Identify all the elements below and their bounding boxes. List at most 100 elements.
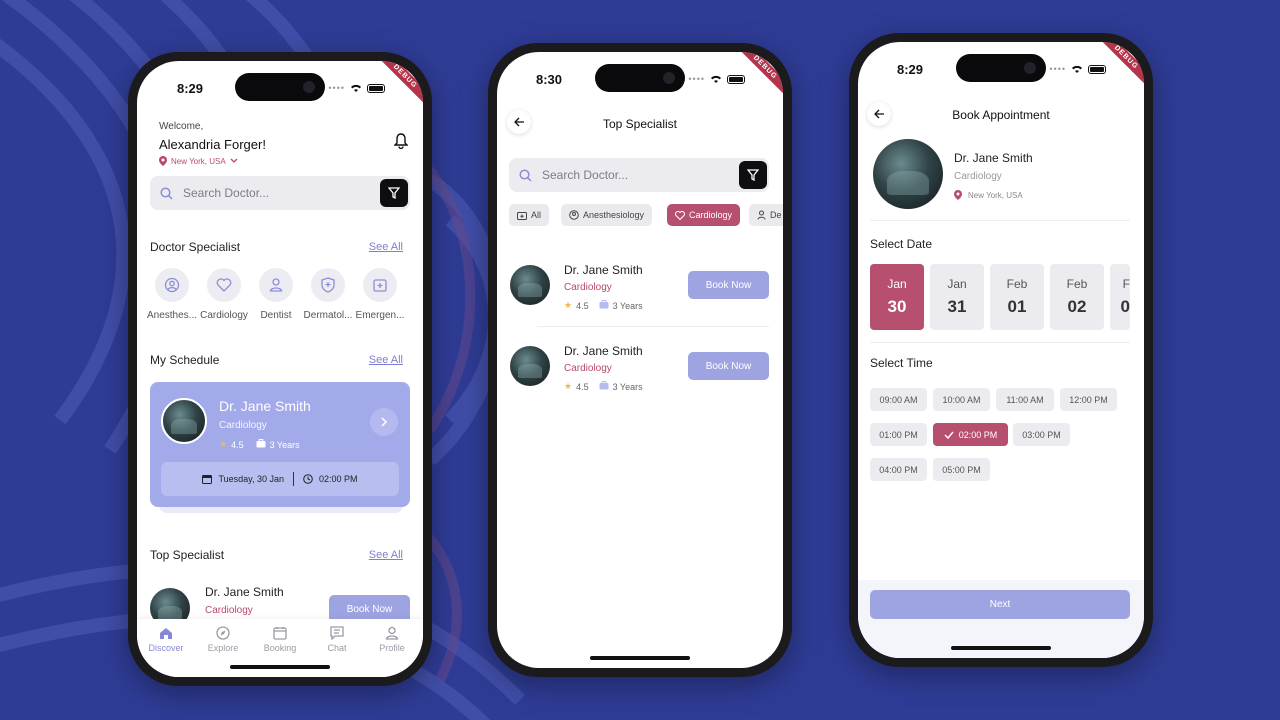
date-day: 30	[887, 297, 907, 316]
nav-label: Chat	[327, 643, 347, 653]
chevron-down-icon	[230, 158, 238, 163]
time-slot[interactable]: 11:00 AM	[996, 388, 1054, 411]
user-name: Alexandria Forger!	[159, 137, 266, 152]
nav-booking[interactable]: Booking	[255, 626, 305, 653]
location-selector[interactable]: New York, USA	[159, 156, 238, 166]
heart-icon	[207, 268, 241, 302]
status-icons: ••••	[1049, 64, 1106, 74]
search-icon	[160, 186, 173, 200]
chip-dentist[interactable]: De	[749, 204, 783, 226]
search-bar[interactable]: Search Doctor...	[509, 158, 769, 192]
doctor-rating: 4.5	[576, 300, 589, 311]
doctor-row[interactable]: Dr. Jane Smith Cardiology ★ 4.5 3 Years …	[497, 247, 783, 327]
time-slot[interactable]: 04:00 PM	[870, 458, 927, 481]
row-divider	[537, 326, 769, 327]
schedule-card[interactable]: Dr. Jane Smith Cardiology ★ 4.5 3 Years …	[150, 382, 410, 507]
specialist-item-dermatology[interactable]: Dermatol...	[302, 268, 354, 321]
discover-screen: 8:29 •••• DEBUG Welcome, Alexandria Forg…	[137, 61, 423, 677]
bell-icon[interactable]	[394, 133, 408, 149]
specialist-item-dentist[interactable]: Dentist	[250, 268, 302, 321]
schedule-see-all-link[interactable]: See All	[369, 354, 403, 366]
specialist-item-anesthesiology[interactable]: Anesthes...	[146, 268, 198, 321]
home-icon	[160, 628, 172, 639]
chip-label: Cardiology	[689, 210, 733, 220]
time-slot[interactable]: 12:00 PM	[1060, 388, 1117, 411]
chip-anesthesiology[interactable]: Anesthesiology	[561, 204, 653, 226]
time-slot[interactable]: 09:00 AM	[870, 388, 927, 411]
person-icon	[757, 210, 766, 220]
wifi-icon	[711, 75, 721, 83]
schedule-rating: 4.5	[231, 439, 244, 450]
search-bar[interactable]: Search Doctor...	[150, 176, 410, 210]
date-card-selected[interactable]: Jan 30	[870, 264, 924, 330]
top-doctor-specialty: Cardiology	[205, 605, 253, 616]
doctor-row[interactable]: Dr. Jane Smith Cardiology ★ 4.5 3 Years …	[497, 328, 783, 408]
doctor-experience: 3 Years	[612, 300, 643, 311]
schedule-meta: ★ 4.5 3 Years	[219, 439, 300, 450]
location-text: New York, USA	[171, 156, 226, 166]
search-input[interactable]: Search Doctor...	[183, 186, 269, 200]
chip-cardiology[interactable]: Cardiology	[667, 204, 741, 226]
specialist-label: Anesthes...	[146, 310, 198, 321]
nav-explore[interactable]: Explore	[198, 626, 248, 653]
search-input[interactable]: Search Doctor...	[542, 168, 628, 182]
separator	[293, 472, 294, 486]
time-slot[interactable]: 10:00 AM	[933, 388, 990, 411]
schedule-time: 02:00 PM	[319, 474, 358, 484]
doctor-name: Dr. Jane Smith	[954, 151, 1033, 165]
top-doctor-name: Dr. Jane Smith	[205, 585, 284, 599]
filter-icon	[747, 169, 759, 181]
nav-chat[interactable]: Chat	[312, 626, 362, 653]
battery-icon	[1088, 64, 1106, 74]
book-now-button[interactable]: Book Now	[688, 352, 769, 380]
time-slot[interactable]: 05:00 PM	[933, 458, 990, 481]
compass-icon	[216, 626, 230, 640]
filter-button[interactable]	[739, 161, 767, 189]
nav-label: Explore	[207, 643, 239, 653]
chevron-right-icon	[381, 417, 388, 427]
briefcase-icon	[599, 381, 609, 392]
status-icons: ••••	[328, 83, 385, 93]
next-button[interactable]: Next	[870, 590, 1130, 619]
clock-icon	[303, 474, 313, 484]
phone-discover: 8:29 •••• DEBUG Welcome, Alexandria Forg…	[128, 52, 432, 686]
section-divider	[870, 342, 1130, 343]
specialist-item-cardiology[interactable]: Cardiology	[198, 268, 250, 321]
date-card[interactable]: Feb 02	[1050, 264, 1104, 330]
date-day: 02	[1067, 297, 1087, 316]
nav-profile[interactable]: Profile	[367, 626, 417, 653]
schedule-specialty: Cardiology	[219, 420, 267, 431]
filter-button[interactable]	[380, 179, 408, 207]
doctor-meta: ★ 4.5 3 Years	[564, 381, 643, 392]
chip-all[interactable]: All	[509, 204, 550, 226]
date-month: F	[1122, 277, 1130, 291]
time-slot-selected[interactable]: 02:00 PM	[933, 423, 1008, 446]
book-now-button[interactable]: Book Now	[688, 271, 769, 299]
specialist-item-emergency[interactable]: Emergen...	[354, 268, 406, 321]
nav-label: Profile	[379, 643, 405, 653]
date-card[interactable]: Jan 31	[930, 264, 984, 330]
location-pin-icon	[954, 190, 962, 200]
phone-top-specialist: 8:30 •••• DEBUG Top Specialist Search Do…	[488, 43, 792, 677]
doctor-location: New York, USA	[954, 190, 1023, 200]
briefcase-icon	[599, 300, 609, 311]
date-card[interactable]: Feb 01	[990, 264, 1044, 330]
shield-icon	[311, 268, 345, 302]
doctor-avatar	[873, 139, 943, 209]
date-card-partial[interactable]: F 0	[1110, 264, 1130, 330]
nav-label: Booking	[263, 643, 297, 653]
specialist-see-all-link[interactable]: See All	[369, 241, 403, 253]
doctor-specialty: Cardiology	[564, 282, 612, 293]
signal-icon: ••••	[688, 74, 705, 84]
top-see-all-link[interactable]: See All	[369, 549, 403, 561]
briefcase-medical-icon	[517, 212, 527, 220]
time-slot[interactable]: 03:00 PM	[1013, 423, 1070, 446]
specialist-label: Dentist	[260, 310, 292, 321]
nav-discover[interactable]: Discover	[141, 627, 191, 653]
date-day: 31	[947, 297, 967, 316]
specialist-label: Emergen...	[355, 310, 405, 321]
schedule-arrow-button[interactable]	[370, 408, 398, 436]
time-slot[interactable]: 01:00 PM	[870, 423, 927, 446]
date-month: Feb	[1066, 277, 1088, 291]
doctor-specialty: Cardiology	[564, 363, 612, 374]
